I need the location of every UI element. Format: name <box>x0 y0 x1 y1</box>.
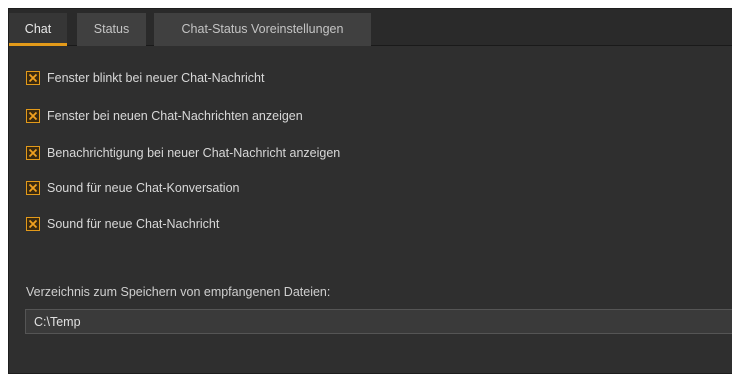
option-window-blink[interactable]: Fenster blinkt bei neuer Chat-Nachricht <box>26 70 264 86</box>
checkbox-window-blink[interactable] <box>26 71 40 85</box>
option-sound-message[interactable]: Sound für neue Chat-Nachricht <box>26 216 219 232</box>
download-dir-input[interactable] <box>25 309 732 334</box>
tab-chat-status-presets[interactable]: Chat-Status Voreinstellungen <box>154 13 371 46</box>
checkbox-show-window[interactable] <box>26 109 40 123</box>
x-mark-icon <box>28 183 38 193</box>
tab-bar: Chat Status Chat-Status Voreinstellungen <box>9 9 732 46</box>
settings-panel: Chat Status Chat-Status Voreinstellungen… <box>8 8 732 374</box>
option-show-window[interactable]: Fenster bei neuen Chat-Nachrichten anzei… <box>26 108 303 124</box>
tab-chat[interactable]: Chat <box>9 13 67 46</box>
option-label: Benachrichtigung bei neuer Chat-Nachrich… <box>47 146 341 160</box>
x-mark-icon <box>28 111 38 121</box>
tab-status[interactable]: Status <box>77 13 146 46</box>
x-mark-icon <box>28 148 38 158</box>
x-mark-icon <box>28 73 38 83</box>
option-label: Sound für neue Chat-Nachricht <box>47 217 220 231</box>
download-dir-label: Verzeichnis zum Speichern von empfangene… <box>26 285 331 299</box>
option-label: Sound für neue Chat-Konversation <box>47 181 240 195</box>
checkbox-show-notification[interactable] <box>26 146 40 160</box>
x-mark-icon <box>28 219 38 229</box>
option-sound-conversation[interactable]: Sound für neue Chat-Konversation <box>26 180 240 196</box>
option-label: Fenster blinkt bei neuer Chat-Nachricht <box>47 71 265 85</box>
option-show-notification[interactable]: Benachrichtigung bei neuer Chat-Nachrich… <box>26 145 340 161</box>
option-label: Fenster bei neuen Chat-Nachrichten anzei… <box>47 109 303 123</box>
checkbox-sound-conversation[interactable] <box>26 181 40 195</box>
checkbox-sound-message[interactable] <box>26 217 40 231</box>
